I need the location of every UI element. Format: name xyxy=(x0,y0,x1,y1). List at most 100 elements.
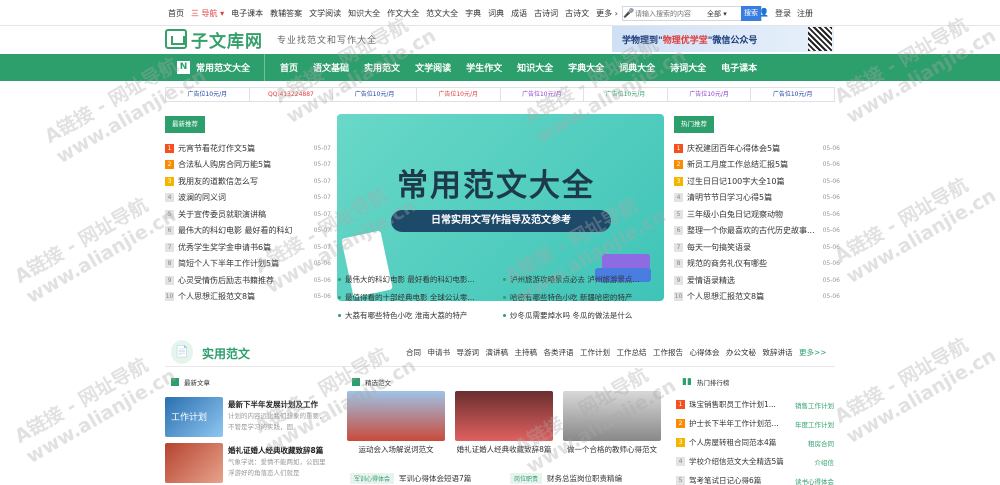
article-title[interactable]: 最新下半年发展计划及工作 xyxy=(228,399,318,410)
featured-bottom-item[interactable]: 岗位职责 财务总监岗位职责精编 xyxy=(510,473,622,484)
nav-item-knowledge[interactable]: 知识大全 xyxy=(502,61,553,74)
tab-contract[interactable]: 合同 xyxy=(406,347,421,358)
nav-item-reading[interactable]: 文学阅读 xyxy=(400,61,451,74)
featured-thumbnail[interactable] xyxy=(347,391,445,441)
center-list-link[interactable]: 哈密有哪些特色小吃 新疆哈密的特产 xyxy=(502,292,667,303)
ranking-item[interactable]: 3 个人房屋转租合同范本4篇 租房合同 xyxy=(676,433,834,452)
tab-work-plan[interactable]: 工作计划 xyxy=(580,347,610,358)
nav-item-dictionary[interactable]: 字典大全 xyxy=(553,61,604,74)
featured-caption[interactable]: 婚礼证婚人经典收藏致辞8篇 xyxy=(455,444,553,455)
top-link-textbook[interactable]: 电子课本 xyxy=(231,8,263,19)
tab-speech[interactable]: 演讲稿 xyxy=(486,347,509,358)
list-item[interactable]: 2 新员工月度工作总结汇报5篇 05-06 xyxy=(674,157,840,174)
list-item-title[interactable]: 个人思想汇报范文8篇 xyxy=(687,291,819,302)
top-link-answers[interactable]: 教辅答案 xyxy=(270,8,302,19)
tab-guide-speech[interactable]: 导游词 xyxy=(457,347,480,358)
ranking-title[interactable]: 个人房屋转租合同范本4篇 xyxy=(689,437,776,448)
ad-slot[interactable]: 广告位10元/月 xyxy=(166,88,250,101)
tab-experience[interactable]: 心得体会 xyxy=(690,347,720,358)
list-item-title[interactable]: 合法私人购房合同万能5篇 xyxy=(178,159,310,170)
ranking-title[interactable]: 护士长下半年工作计划范... xyxy=(689,418,779,429)
top-link-template[interactable]: 范文大全 xyxy=(426,8,458,19)
ad-slot[interactable]: QQ:413224887 xyxy=(250,88,334,101)
ranking-title[interactable]: 学校介绍信范文大全精选5篇 xyxy=(689,456,784,467)
list-item-title[interactable]: 心灵受情伤后励志书籍推荐 xyxy=(178,275,310,286)
list-item[interactable]: 4 清明节节日学习心得5篇 05-06 xyxy=(674,190,840,207)
list-item[interactable]: 8 简短个人下半年工作计划5篇 05-06 xyxy=(165,256,331,273)
list-item-title[interactable]: 爱情语录精选 xyxy=(687,275,819,286)
tab-host-script[interactable]: 主持稿 xyxy=(515,347,538,358)
list-item-title[interactable]: 每天一句搞笑语录 xyxy=(687,242,819,253)
list-item-title[interactable]: 过生日日记100字大全10篇 xyxy=(687,176,819,187)
list-item-title[interactable]: 元宵节看花灯作文5篇 xyxy=(178,143,310,154)
article-thumbnail[interactable] xyxy=(165,443,223,483)
list-item[interactable]: 3 过生日日记100字大全10篇 05-06 xyxy=(674,173,840,190)
center-list-link[interactable]: 最值得看的十部经典电影 全球公认零... xyxy=(337,292,502,303)
list-item[interactable]: 4 波澜的同义词 05-07 xyxy=(165,190,331,207)
list-item[interactable]: 6 最伟大的科幻电影 最好看的科幻 05-07 xyxy=(165,223,331,240)
tab-comments[interactable]: 各类评语 xyxy=(544,347,574,358)
list-item-title[interactable]: 三年级小白兔日记观察动物 xyxy=(687,209,819,220)
center-list-link[interactable]: 最伟大的科幻电影 最好看的科幻电影... xyxy=(337,274,502,285)
ranking-item[interactable]: 2 护士长下半年工作计划范... 年度工作计划 xyxy=(676,414,834,433)
nav-item-essay[interactable]: 学生作文 xyxy=(451,61,502,74)
article-title[interactable]: 婚礼证婚人经典收藏致辞8篇 xyxy=(228,445,323,456)
list-item[interactable]: 10 个人思想汇报范文8篇 05-06 xyxy=(674,289,840,306)
ad-slot[interactable]: 广告位10元/月 xyxy=(751,88,834,101)
top-link-classical[interactable]: 古诗文 xyxy=(565,8,589,19)
list-item[interactable]: 5 三年级小白兔日记观察动物 05-06 xyxy=(674,206,840,223)
list-item-title[interactable]: 新员工月度工作总结汇报5篇 xyxy=(687,159,819,170)
list-item-title[interactable]: 规范的商务礼仪有哪些 xyxy=(687,258,819,269)
top-link-idiom[interactable]: 成语 xyxy=(511,8,527,19)
featured-thumbnail[interactable] xyxy=(455,391,553,441)
top-link-more[interactable]: 更多 › xyxy=(596,8,618,19)
top-link-home[interactable]: 首页 xyxy=(168,8,184,19)
top-link-essay[interactable]: 作文大全 xyxy=(387,8,419,19)
header-banner-ad[interactable]: 学物理到"物理优学堂"微信公众号 xyxy=(612,26,834,52)
ranking-item[interactable]: 1 珠宝销售职员工作计划1... 销售工作计划 xyxy=(676,395,834,414)
ad-slot[interactable]: 广告位10元/月 xyxy=(333,88,417,101)
list-item-title[interactable]: 我朋友的道歉信怎么写 xyxy=(178,176,310,187)
ad-slot[interactable]: 广告位10元/月 xyxy=(668,88,752,101)
site-logo[interactable]: 子文库网 专业找范文和写作大全 xyxy=(165,28,377,52)
featured-caption[interactable]: 运动会入场解说词范文 xyxy=(347,444,445,455)
list-item[interactable]: 3 我朋友的道歉信怎么写 05-07 xyxy=(165,173,331,190)
nav-item-chinese[interactable]: 语文基础 xyxy=(298,61,349,74)
ad-slot[interactable]: 广告位10元/月 xyxy=(584,88,668,101)
top-link-reading[interactable]: 文学阅读 xyxy=(309,8,341,19)
featured-caption[interactable]: 做一个合格的教师心得范文 xyxy=(563,444,661,455)
list-item[interactable]: 5 关于宣传委员就职演讲稿 05-07 xyxy=(165,206,331,223)
tab-work-report[interactable]: 工作报告 xyxy=(653,347,683,358)
list-item[interactable]: 7 每天一句搞笑语录 05-06 xyxy=(674,239,840,256)
list-item[interactable]: 9 心灵受情伤后励志书籍推荐 05-06 xyxy=(165,272,331,289)
list-item-title[interactable]: 整理一个你最喜欢的古代历史故事... xyxy=(687,225,819,236)
list-item-title[interactable]: 波澜的同义词 xyxy=(178,192,310,203)
ranking-item[interactable]: 5 驾考笔试日记心得6篇 读书心得体会 xyxy=(676,471,834,485)
ranking-category[interactable]: 租房合同 xyxy=(808,438,834,448)
more-link[interactable]: 更多>> xyxy=(799,347,827,358)
list-item-title[interactable]: 清明节节日学习心得5篇 xyxy=(687,192,819,203)
nav-item-home[interactable]: 首页 xyxy=(265,61,298,74)
ranking-category[interactable]: 年度工作计划 xyxy=(795,419,834,429)
list-item-title[interactable]: 优秀学生奖学金申请书6篇 xyxy=(178,242,310,253)
top-link-wordbook[interactable]: 词典 xyxy=(488,8,504,19)
ranking-title[interactable]: 珠宝销售职员工作计划1... xyxy=(689,399,776,410)
top-link-knowledge[interactable]: 知识大全 xyxy=(348,8,380,19)
list-item[interactable]: 9 爱情语录精选 05-06 xyxy=(674,272,840,289)
ranking-category[interactable]: 销售工作计划 xyxy=(795,400,834,410)
search-input[interactable] xyxy=(635,9,707,18)
nav-item-practical[interactable]: 实用范文 xyxy=(349,61,400,74)
ranking-category[interactable]: 读书心得体会 xyxy=(795,476,834,485)
tab-addresses[interactable]: 致辞讲话 xyxy=(763,347,793,358)
search-button[interactable]: 搜索 xyxy=(741,6,761,21)
nav-item-textbook[interactable]: 电子课本 xyxy=(706,61,757,74)
featured-bottom-item[interactable]: 军训心得体会 军训心得体会短语7篇 xyxy=(350,473,471,484)
login-link[interactable]: 登录 xyxy=(775,8,791,19)
list-item-title[interactable]: 最伟大的科幻电影 最好看的科幻 xyxy=(178,225,310,236)
register-link[interactable]: 注册 xyxy=(797,8,813,19)
top-link-dictionary[interactable]: 字典 xyxy=(465,8,481,19)
ad-slot[interactable]: 广告位10元/月 xyxy=(501,88,585,101)
list-item[interactable]: 1 元宵节看花灯作文5篇 05-07 xyxy=(165,140,331,157)
nav-item-poetry[interactable]: 诗词大全 xyxy=(655,61,706,74)
list-item-title[interactable]: 关于宣传委员就职演讲稿 xyxy=(178,209,310,220)
